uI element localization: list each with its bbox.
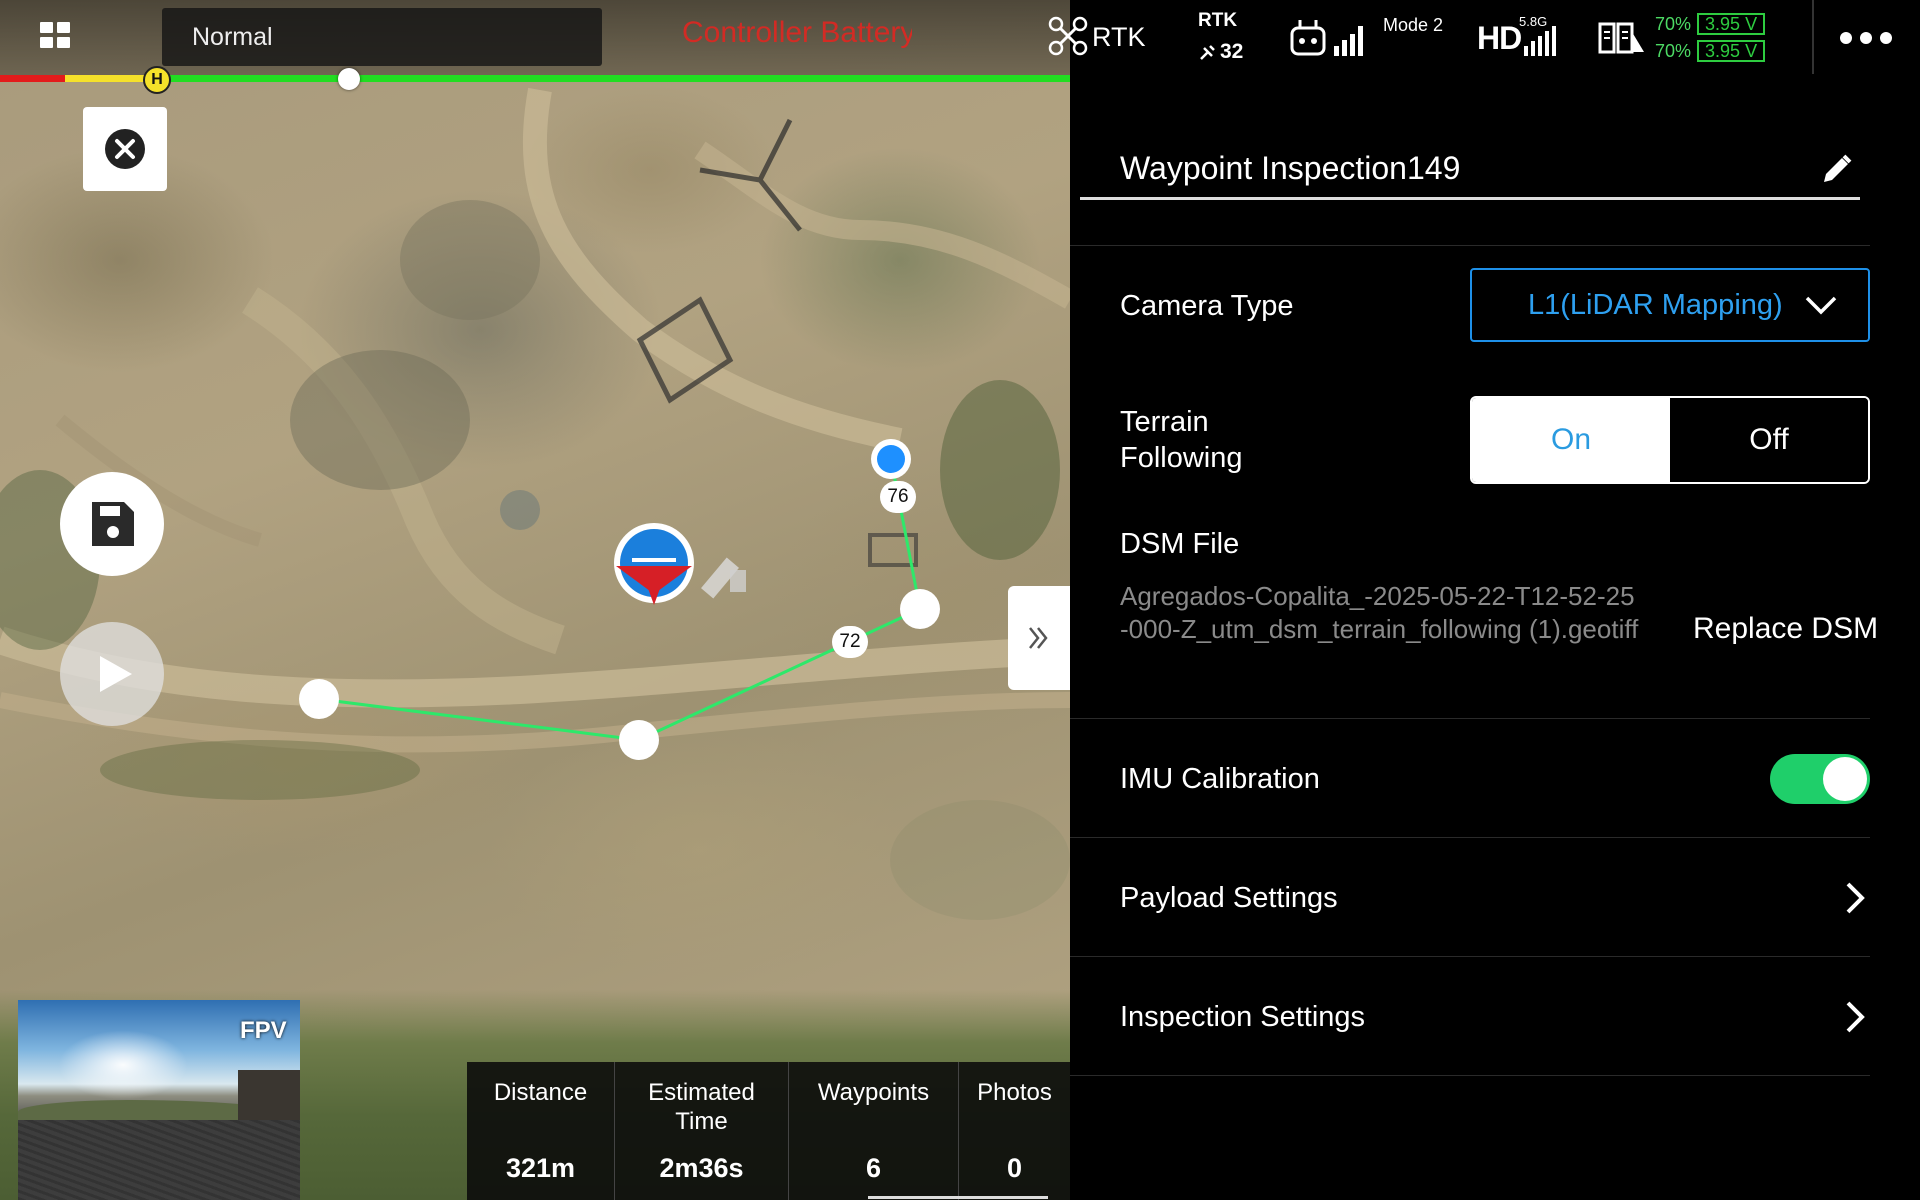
waypoint-marker[interactable] [619,720,659,760]
top-status-bar: Normal Controller Battery RTK RTK 32 Mod… [0,0,1920,76]
stat-estimated-time: Estimated Time 2m36s [615,1062,789,1200]
divider [1070,245,1870,246]
waypoint-marker[interactable] [299,679,339,719]
mission-settings-panel: Waypoint Inspection149 Camera Type L1(Li… [1070,76,1920,1200]
stat-underline [868,1196,1048,1199]
satellite-icon [1200,45,1215,60]
divider [1070,718,1870,719]
name-underline [1080,197,1860,200]
edit-icon[interactable] [1818,152,1854,188]
rtk-label[interactable]: RTK [1092,22,1146,53]
stat-waypoints: Waypoints 6 [789,1062,959,1200]
stat-label: Photos [977,1079,1052,1106]
drone-icon [1048,16,1088,56]
double-chevron-right-icon [1029,627,1048,649]
terrain-on-option[interactable]: On [1472,398,1670,482]
start-mission-button[interactable] [60,622,164,726]
battery-percent: 70% [1655,14,1692,34]
divider [1070,837,1870,838]
remote-controller-icon [1290,20,1363,56]
imu-calibration-label: IMU Calibration [1120,763,1320,795]
chevron-right-icon[interactable] [1840,878,1870,918]
waypoint-label: 76 [880,481,916,513]
mission-name[interactable]: Waypoint Inspection149 [1120,150,1460,187]
save-icon [92,502,134,546]
stat-distance: Distance 321m [467,1062,615,1200]
camera-type-dropdown[interactable]: L1(LiDAR Mapping) [1470,268,1870,342]
inspection-settings-item[interactable]: Inspection Settings [1120,999,1365,1035]
rtk-sat-count: 32 [1220,40,1244,63]
mission-stats: Distance 321m Estimated Time 2m36s Waypo… [467,1062,1070,1200]
chevron-right-icon[interactable] [1840,997,1870,1037]
battery-percent: 70% [1655,41,1692,61]
more-icon[interactable] [1840,32,1894,44]
camera-type-value: L1(LiDAR Mapping) [1528,289,1783,321]
chevron-down-icon [1805,296,1837,315]
play-icon [100,656,132,692]
close-button[interactable] [83,107,167,191]
rtk-satellite-status: RTK 32 [1198,10,1243,63]
rtk-sat-label: RTK [1198,10,1238,31]
stat-label: Estimated Time [648,1079,755,1135]
battery-voltage: 3.95 V [1697,13,1766,35]
video-link-label: HD [1477,20,1522,56]
divider [1812,0,1814,74]
panel-collapse-button[interactable] [1008,586,1070,690]
battery-icon [1598,22,1644,54]
stat-value: 321m [505,1153,576,1183]
signal-bars-icon [1524,26,1556,56]
stat-value: 0 [1006,1153,1023,1183]
battery-critical-segment [0,75,65,82]
terrain-following-label: Terrain Following [1120,406,1243,474]
flight-mode-selector[interactable]: Normal [162,8,602,66]
battery-voltage: 3.95 V [1697,40,1766,62]
dsm-file-label: DSM File [1120,528,1240,560]
fpv-label: FPV [240,1017,287,1044]
apps-grid-icon[interactable] [40,22,72,50]
stat-label: Waypoints [817,1079,930,1106]
terrain-off-option[interactable]: Off [1670,398,1868,482]
save-button[interactable] [60,472,164,576]
camera-type-label: Camera Type [1120,290,1294,322]
dsm-file-name: Agregados-Copalita_-2025-05-22-T12-52-25… [1120,581,1639,644]
payload-settings-item[interactable]: Payload Settings [1120,880,1338,916]
divider [1070,1075,1870,1076]
close-icon [105,129,145,169]
battery-progress-knob[interactable] [338,68,360,90]
terrain-following-toggle[interactable]: On Off [1470,396,1870,484]
stat-value: 2m36s [659,1153,744,1183]
divider [1070,956,1870,957]
waypoint-label: 72 [832,626,868,658]
imu-calibration-toggle[interactable] [1770,754,1870,804]
rc-mode-label: Mode 2 [1383,15,1444,35]
stat-value: 6 [865,1153,882,1183]
stat-photos: Photos 0 [959,1062,1070,1200]
stat-label: Distance [493,1079,588,1106]
waypoint-marker[interactable] [900,589,940,629]
home-marker: H [143,66,171,94]
map-view[interactable]: 76 72 FPV Distance 321m Estimated Time 2… [0,0,1070,1200]
replace-dsm-button[interactable]: Replace DSM [1693,612,1878,646]
battery-row-1: 70% 3.95 V [1655,13,1766,35]
warning-message: Controller Battery [682,16,912,49]
battery-row-2: 70% 3.95 V [1655,40,1766,62]
aircraft-icon [614,523,694,605]
